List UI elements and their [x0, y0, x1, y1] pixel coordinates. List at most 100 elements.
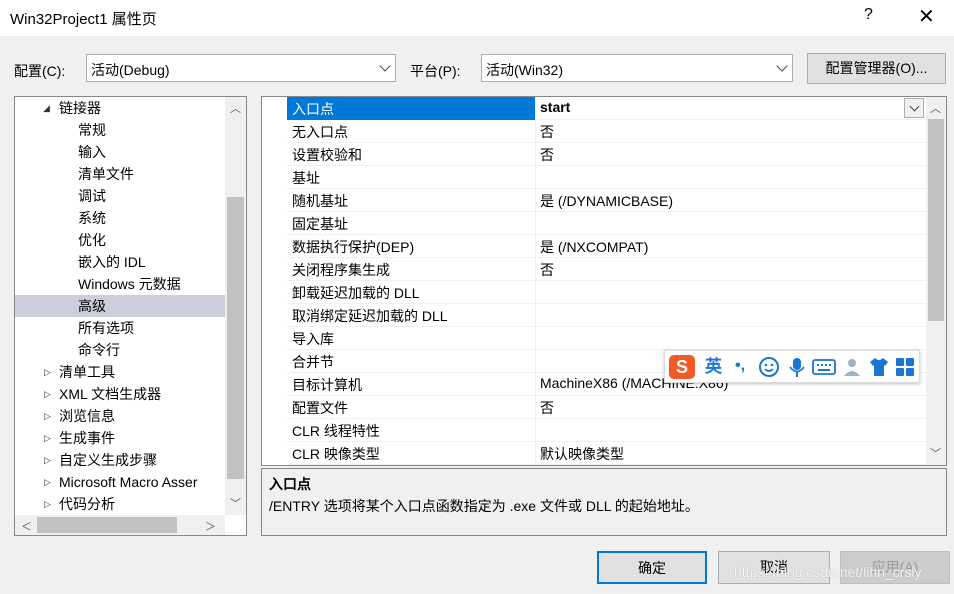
column-divider[interactable]	[535, 120, 536, 143]
column-divider[interactable]	[535, 419, 536, 442]
collapsed-arrow-icon[interactable]: ▷	[44, 383, 51, 405]
property-row[interactable]: 配置文件 否	[287, 396, 927, 419]
tree-item[interactable]: ▷ 清单工具	[15, 361, 225, 383]
property-name: 导入库	[292, 331, 334, 347]
tree-item[interactable]: 所有选项	[15, 317, 225, 339]
tree-item[interactable]: 嵌入的 IDL	[15, 251, 225, 273]
property-value[interactable]: 否	[540, 145, 554, 165]
column-divider[interactable]	[535, 304, 536, 327]
property-value[interactable]: start	[540, 99, 570, 115]
tree-scroll-thumb[interactable]	[227, 197, 244, 479]
collapsed-arrow-icon[interactable]: ▷	[44, 493, 51, 515]
property-row[interactable]: CLR 映像类型 默认映像类型	[287, 442, 927, 465]
tree-item-label: 清单文件	[78, 166, 134, 182]
tree-item[interactable]: ▷ 代码分析	[15, 493, 225, 515]
description-text: /ENTRY 选项将某个入口点函数指定为 .exe 文件或 DLL 的起始地址。	[269, 498, 699, 514]
config-dropdown[interactable]: 活动(Debug)	[86, 54, 396, 82]
help-button[interactable]: ?	[864, 6, 873, 24]
tree-vertical-scrollbar[interactable]: ︿ ﹀	[225, 97, 246, 515]
scroll-up-icon[interactable]: ︿	[930, 100, 941, 116]
column-divider[interactable]	[535, 143, 536, 166]
tree-item[interactable]: 命令行	[15, 339, 225, 361]
tree-item[interactable]: 输入	[15, 141, 225, 163]
ime-toolbar[interactable]: S 英 •,	[664, 350, 920, 383]
property-row[interactable]: 取消绑定延迟加载的 DLL	[287, 304, 927, 327]
tree-item[interactable]: 清单文件	[15, 163, 225, 185]
column-divider[interactable]	[535, 97, 536, 120]
tree-item[interactable]: 高级	[15, 295, 225, 317]
collapsed-arrow-icon[interactable]: ▷	[44, 361, 51, 383]
column-divider[interactable]	[535, 212, 536, 235]
tree-item[interactable]: ▷ 自定义生成步骤	[15, 449, 225, 471]
close-button[interactable]: ✕	[918, 4, 935, 29]
property-value[interactable]: 否	[540, 260, 554, 280]
scroll-down-icon[interactable]: ﹀	[930, 445, 941, 461]
column-divider[interactable]	[535, 373, 536, 396]
tree-horizontal-scrollbar[interactable]: ＜ ＞	[15, 515, 225, 535]
column-divider[interactable]	[535, 396, 536, 419]
property-row[interactable]: 导入库	[287, 327, 927, 350]
punctuation-toggle[interactable]: •,	[735, 355, 745, 379]
tree-item[interactable]: ▷ 生成事件	[15, 427, 225, 449]
column-divider[interactable]	[535, 258, 536, 281]
config-manager-button[interactable]: 配置管理器(O)...	[807, 53, 946, 84]
property-name: CLR 线程特性	[292, 423, 380, 439]
column-divider[interactable]	[535, 442, 536, 465]
keyboard-icon[interactable]	[811, 355, 837, 379]
grid-vertical-scrollbar[interactable]: ︿ ﹀	[926, 97, 946, 465]
value-dropdown-button[interactable]	[904, 98, 924, 118]
property-row[interactable]: 设置校验和 否	[287, 143, 927, 166]
property-value[interactable]: 是 (/NXCOMPAT)	[540, 237, 648, 257]
column-divider[interactable]	[535, 281, 536, 304]
tree-item[interactable]: Windows 元数据	[15, 273, 225, 295]
user-icon[interactable]	[841, 355, 865, 379]
scroll-right-icon[interactable]: ＞	[205, 518, 216, 534]
property-row[interactable]: 基址	[287, 166, 927, 189]
scroll-left-icon[interactable]: ＜	[21, 518, 32, 534]
collapsed-arrow-icon[interactable]: ▷	[44, 405, 51, 427]
collapsed-arrow-icon[interactable]: ▷	[44, 449, 51, 471]
tree-item[interactable]: 常规	[15, 119, 225, 141]
grid-scroll-thumb[interactable]	[928, 119, 944, 321]
platform-dropdown[interactable]: 活动(Win32)	[481, 54, 793, 82]
tree-item[interactable]: ▷ 浏览信息	[15, 405, 225, 427]
property-value[interactable]: 默认映像类型	[540, 444, 624, 464]
chevron-down-icon	[776, 60, 788, 72]
property-row[interactable]: 数据执行保护(DEP) 是 (/NXCOMPAT)	[287, 235, 927, 258]
column-divider[interactable]	[535, 189, 536, 212]
property-value[interactable]: 否	[540, 398, 554, 418]
title-bar: Win32Project1 属性页 ? ✕	[0, 0, 954, 36]
property-value[interactable]: 否	[540, 122, 554, 142]
tree-item[interactable]: 调试	[15, 185, 225, 207]
property-row[interactable]: 无入口点 否	[287, 120, 927, 143]
column-divider[interactable]	[535, 350, 536, 373]
property-row[interactable]: 随机基址 是 (/DYNAMICBASE)	[287, 189, 927, 212]
property-value[interactable]: 是 (/DYNAMICBASE)	[540, 191, 673, 211]
tree-hscroll-thumb[interactable]	[37, 517, 177, 533]
collapsed-arrow-icon[interactable]: ▷	[44, 471, 51, 493]
tree-item[interactable]: ▷ Microsoft Macro Asser	[15, 471, 225, 493]
tree-item[interactable]: 优化	[15, 229, 225, 251]
property-row[interactable]: CLR 线程特性	[287, 419, 927, 442]
scroll-down-icon[interactable]: ﹀	[230, 495, 241, 511]
language-toggle[interactable]: 英	[705, 355, 722, 379]
tree-item[interactable]: ◢ 链接器	[15, 97, 225, 119]
emoji-icon[interactable]	[757, 355, 781, 379]
scroll-up-icon[interactable]: ︿	[230, 100, 241, 116]
ok-button[interactable]: 确定	[597, 551, 707, 584]
collapsed-arrow-icon[interactable]: ▷	[44, 427, 51, 449]
column-divider[interactable]	[535, 235, 536, 258]
column-divider[interactable]	[535, 166, 536, 189]
column-divider[interactable]	[535, 327, 536, 350]
property-row[interactable]: 固定基址	[287, 212, 927, 235]
expanded-arrow-icon[interactable]: ◢	[43, 97, 50, 119]
property-row[interactable]: 关闭程序集生成 否	[287, 258, 927, 281]
property-row[interactable]: 入口点 start	[287, 97, 927, 120]
sogou-logo-icon[interactable]: S	[669, 355, 695, 379]
toolbox-grid-icon[interactable]	[893, 355, 917, 379]
property-row[interactable]: 卸载延迟加载的 DLL	[287, 281, 927, 304]
tree-item[interactable]: 系统	[15, 207, 225, 229]
microphone-icon[interactable]	[785, 355, 809, 379]
tree-item[interactable]: ▷ XML 文档生成器	[15, 383, 225, 405]
skin-shirt-icon[interactable]	[867, 355, 891, 379]
